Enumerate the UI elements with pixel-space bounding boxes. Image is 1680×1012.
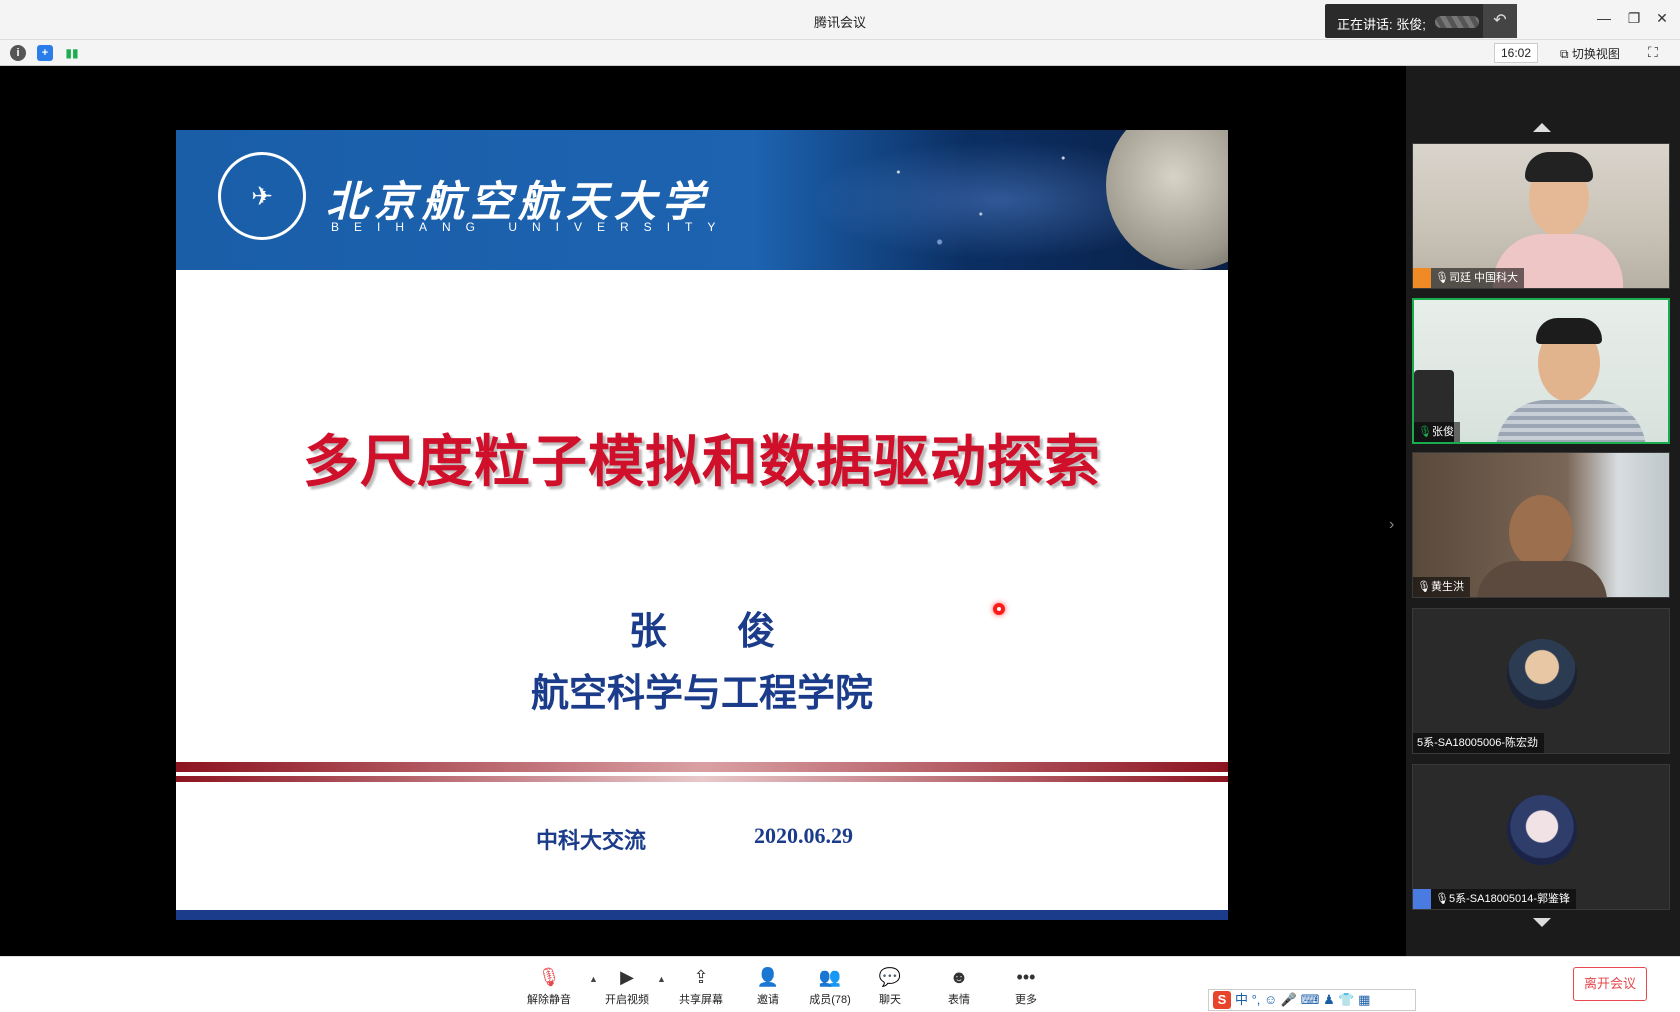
- speaking-label: 正在讲话: 张俊;: [1337, 17, 1426, 32]
- share-screen-icon: ⇪: [693, 967, 709, 987]
- avatar: [1507, 795, 1577, 865]
- video-off-icon: ▶︎: [620, 967, 634, 987]
- shield-icon[interactable]: +: [37, 45, 53, 61]
- decorative-lines: [176, 762, 1228, 786]
- participant-video: [1413, 453, 1669, 597]
- restore-button[interactable]: ❐: [1624, 10, 1644, 27]
- sogou-logo-icon: S: [1213, 991, 1231, 1009]
- scroll-down-icon[interactable]: [1533, 918, 1551, 927]
- participant-tile[interactable]: 🎙5系-SA18005014-郭鉴锋: [1412, 764, 1670, 910]
- fullscreen-icon[interactable]: ⛶: [1648, 44, 1658, 61]
- university-logo: ✈: [218, 152, 306, 240]
- participant-name-tag: 🎙5系-SA18005014-郭鉴锋: [1413, 889, 1577, 909]
- invite-button[interactable]: 👤 邀请: [738, 965, 798, 1007]
- host-icon: [1413, 268, 1431, 288]
- avatar: [1507, 639, 1577, 709]
- slide-date: 2020.06.29: [754, 823, 853, 848]
- switch-view-label: 切换视图: [1571, 47, 1620, 61]
- meeting-timer: 16:02: [1494, 43, 1538, 63]
- mic-muted-icon: 🎙: [1435, 893, 1449, 905]
- user-icon: [1413, 889, 1431, 909]
- video-options-caret[interactable]: ▲: [657, 974, 666, 984]
- mic-icon: 🎙: [1418, 426, 1432, 438]
- slide-banner: ✈ 北京航空航天大学 BEIHANG UNIVERSITY: [176, 130, 1228, 270]
- signal-icon[interactable]: ▮▮: [64, 45, 80, 61]
- participant-tile-active[interactable]: 🎙张俊: [1412, 298, 1670, 444]
- slide-department: 航空科学与工程学院: [530, 673, 873, 715]
- participant-name-tag: 🎙张俊: [1414, 422, 1460, 442]
- switch-view-button[interactable]: ⧉ 切换视图: [1560, 45, 1620, 62]
- shared-screen-slide: ✈ 北京航空航天大学 BEIHANG UNIVERSITY 多尺度粒子模拟和数据…: [176, 130, 1228, 920]
- slide-event: 中科大交流: [536, 828, 647, 853]
- add-user-icon: 👤: [756, 967, 780, 987]
- chevron-right-icon[interactable]: ›: [1389, 516, 1394, 534]
- members-icon: 👥: [818, 967, 842, 987]
- mic-icon: 🎙: [1435, 272, 1449, 284]
- bottom-toolbar: 🎙 解除静音 ▲ ▶︎ 开启视频 ▲ ⇪ 共享屏幕 👤 邀请 👥 成员(78) 💬 聊天 ☻…: [0, 956, 1680, 1012]
- chat-icon: 💬: [878, 967, 902, 987]
- scroll-up-icon[interactable]: [1533, 123, 1551, 132]
- mic-muted-icon: 🎙: [1417, 581, 1431, 593]
- ime-toolbar[interactable]: S中 °, ☺ 🎤 ⌨ ♟ 👕 ▦: [1208, 989, 1416, 1011]
- participant-tile[interactable]: 🎙黄生洪: [1412, 452, 1670, 598]
- speaking-indicator: 正在讲话: 张俊; ↶: [1325, 4, 1517, 38]
- participant-name-tag: 🎙司廷 中国科大: [1413, 268, 1525, 288]
- info-icon[interactable]: i: [10, 45, 26, 61]
- minimize-button[interactable]: —: [1594, 10, 1614, 26]
- leave-meeting-button[interactable]: 离开会议: [1573, 967, 1647, 1001]
- more-button[interactable]: ••• 更多: [996, 965, 1056, 1007]
- share-screen-button[interactable]: ⇪ 共享屏幕: [671, 965, 731, 1007]
- more-icon: •••: [1016, 967, 1036, 987]
- chat-button[interactable]: 💬 聊天: [860, 965, 920, 1007]
- participant-tile[interactable]: 5系-SA18005006-陈宏劲: [1412, 608, 1670, 754]
- meeting-info-bar: i + ▮▮ 16:02 ⧉ 切换视图 ⛶: [0, 40, 1680, 66]
- participant-tile[interactable]: 🎙司廷 中国科大: [1412, 143, 1670, 289]
- speaker-avatars: [1435, 16, 1479, 28]
- start-video-button[interactable]: ▶︎ 开启视频: [597, 965, 657, 1007]
- emoji-icon: ☻: [949, 967, 969, 987]
- university-name-en: BEIHANG UNIVERSITY: [331, 220, 731, 234]
- members-button[interactable]: 👥 成员(78): [800, 965, 860, 1007]
- title-bar: 腾讯会议 正在讲话: 张俊; ↶ — ❐ ✕: [0, 0, 1680, 40]
- return-icon[interactable]: ↶: [1483, 4, 1517, 38]
- close-button[interactable]: ✕: [1652, 10, 1672, 27]
- participant-video: [1413, 144, 1669, 288]
- laser-pointer: [993, 603, 1005, 615]
- unmute-button[interactable]: 🎙 解除静音: [519, 965, 579, 1007]
- switch-view-icon: ⧉: [1560, 47, 1572, 61]
- slide-author: 张 俊: [628, 611, 806, 653]
- emoji-button[interactable]: ☻ 表情: [929, 965, 989, 1007]
- participant-video: [1414, 300, 1668, 442]
- slide-title: 多尺度粒子模拟和数据驱动探索: [303, 430, 1101, 493]
- slide-bottom-bar: [176, 910, 1228, 920]
- participant-name-tag: 5系-SA18005006-陈宏劲: [1413, 733, 1545, 753]
- mic-muted-icon: 🎙: [537, 967, 561, 987]
- participant-name-tag: 🎙黄生洪: [1413, 577, 1470, 597]
